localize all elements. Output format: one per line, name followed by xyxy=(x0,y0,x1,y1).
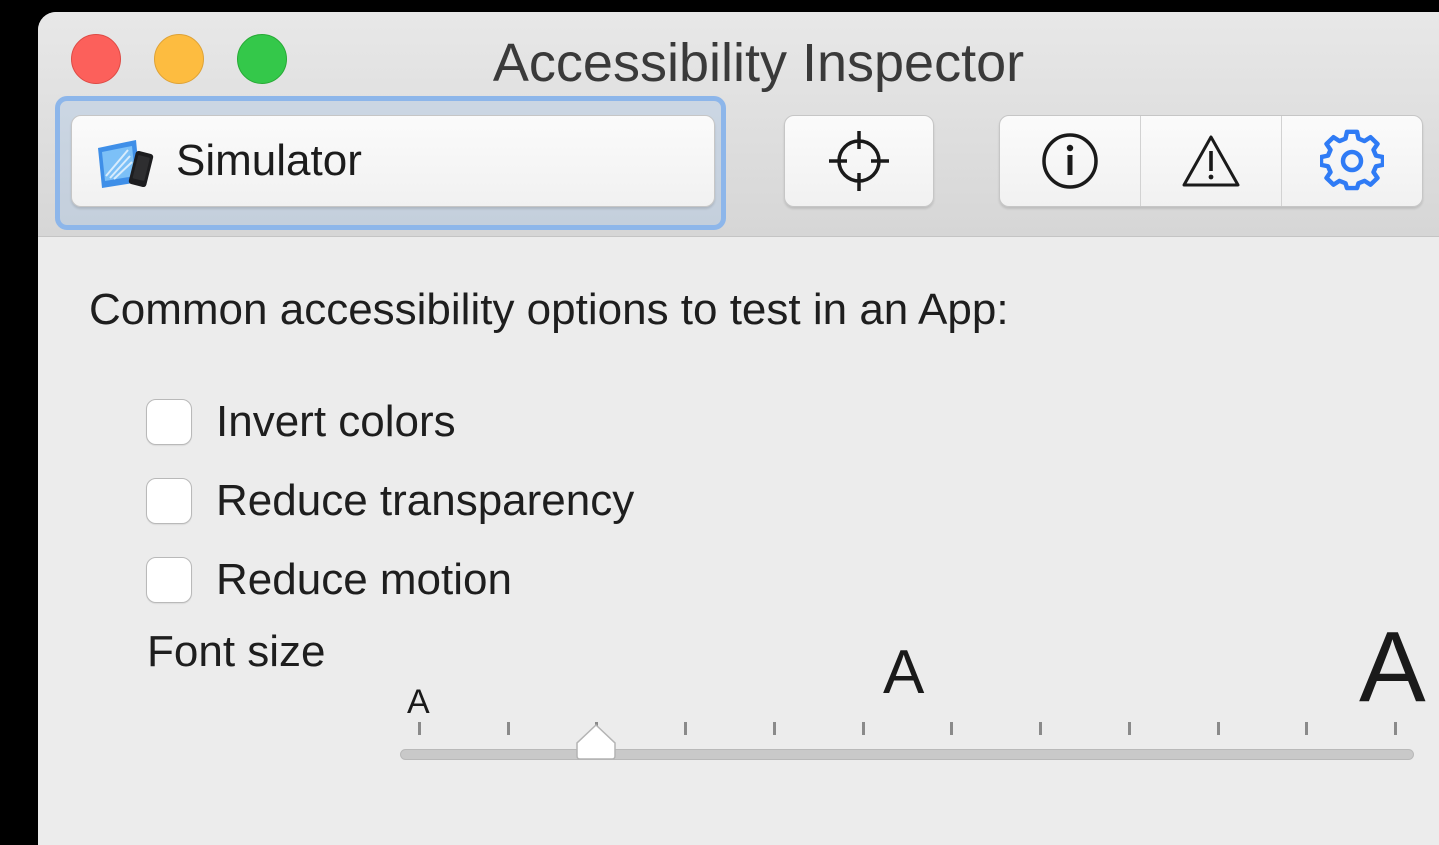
invert-colors-checkbox[interactable] xyxy=(146,399,192,445)
slider-tick xyxy=(861,722,865,735)
slider-tick xyxy=(772,722,776,735)
info-icon xyxy=(1042,133,1098,189)
slider-tick xyxy=(950,722,954,735)
reduce-transparency-checkbox[interactable] xyxy=(146,478,192,524)
settings-tab[interactable] xyxy=(1282,116,1422,206)
settings-panel: Common accessibility options to test in … xyxy=(38,237,1439,845)
settings-heading: Common accessibility options to test in … xyxy=(89,285,1009,334)
font-size-medium-glyph: A xyxy=(883,638,925,707)
inspector-mode-segmented-control xyxy=(999,115,1423,207)
invert-colors-label: Invert colors xyxy=(216,397,456,446)
font-size-slider-thumb[interactable] xyxy=(574,723,618,761)
reduce-motion-label: Reduce motion xyxy=(216,555,512,604)
reduce-motion-option: Reduce motion xyxy=(146,555,512,605)
slider-tick xyxy=(418,722,421,735)
window-title: Accessibility Inspector xyxy=(492,33,1025,93)
point-to-inspect-button[interactable] xyxy=(784,115,934,207)
target-label: Simulator xyxy=(176,136,362,185)
audit-tab[interactable] xyxy=(1141,116,1282,206)
slider-tick xyxy=(1394,722,1397,735)
crosshair-icon xyxy=(829,131,889,191)
slider-tick xyxy=(506,722,510,735)
warning-icon xyxy=(1182,135,1240,187)
reduce-transparency-option: Reduce transparency xyxy=(146,476,634,526)
slider-tick xyxy=(684,722,688,735)
slider-tick xyxy=(1127,722,1131,735)
simulator-icon xyxy=(98,140,154,188)
font-size-label: Font size xyxy=(147,627,326,676)
slider-tick xyxy=(1039,722,1043,735)
reduce-motion-checkbox[interactable] xyxy=(146,557,192,603)
gear-icon xyxy=(1320,129,1384,191)
slider-tick xyxy=(1216,722,1220,735)
title-bar: Accessibility Inspector Simulator xyxy=(38,12,1439,237)
font-size-large-glyph: A xyxy=(1359,611,1426,723)
slider-tick xyxy=(1305,722,1309,735)
accessibility-inspector-window: Accessibility Inspector Simulator Common… xyxy=(38,12,1439,845)
target-chooser-button[interactable]: Simulator xyxy=(71,115,715,207)
font-size-slider[interactable] xyxy=(400,749,1414,760)
reduce-transparency-label: Reduce transparency xyxy=(216,476,635,525)
font-size-small-glyph: A xyxy=(407,683,430,721)
inspection-tab[interactable] xyxy=(1000,116,1141,206)
invert-colors-option: Invert colors xyxy=(146,397,456,447)
